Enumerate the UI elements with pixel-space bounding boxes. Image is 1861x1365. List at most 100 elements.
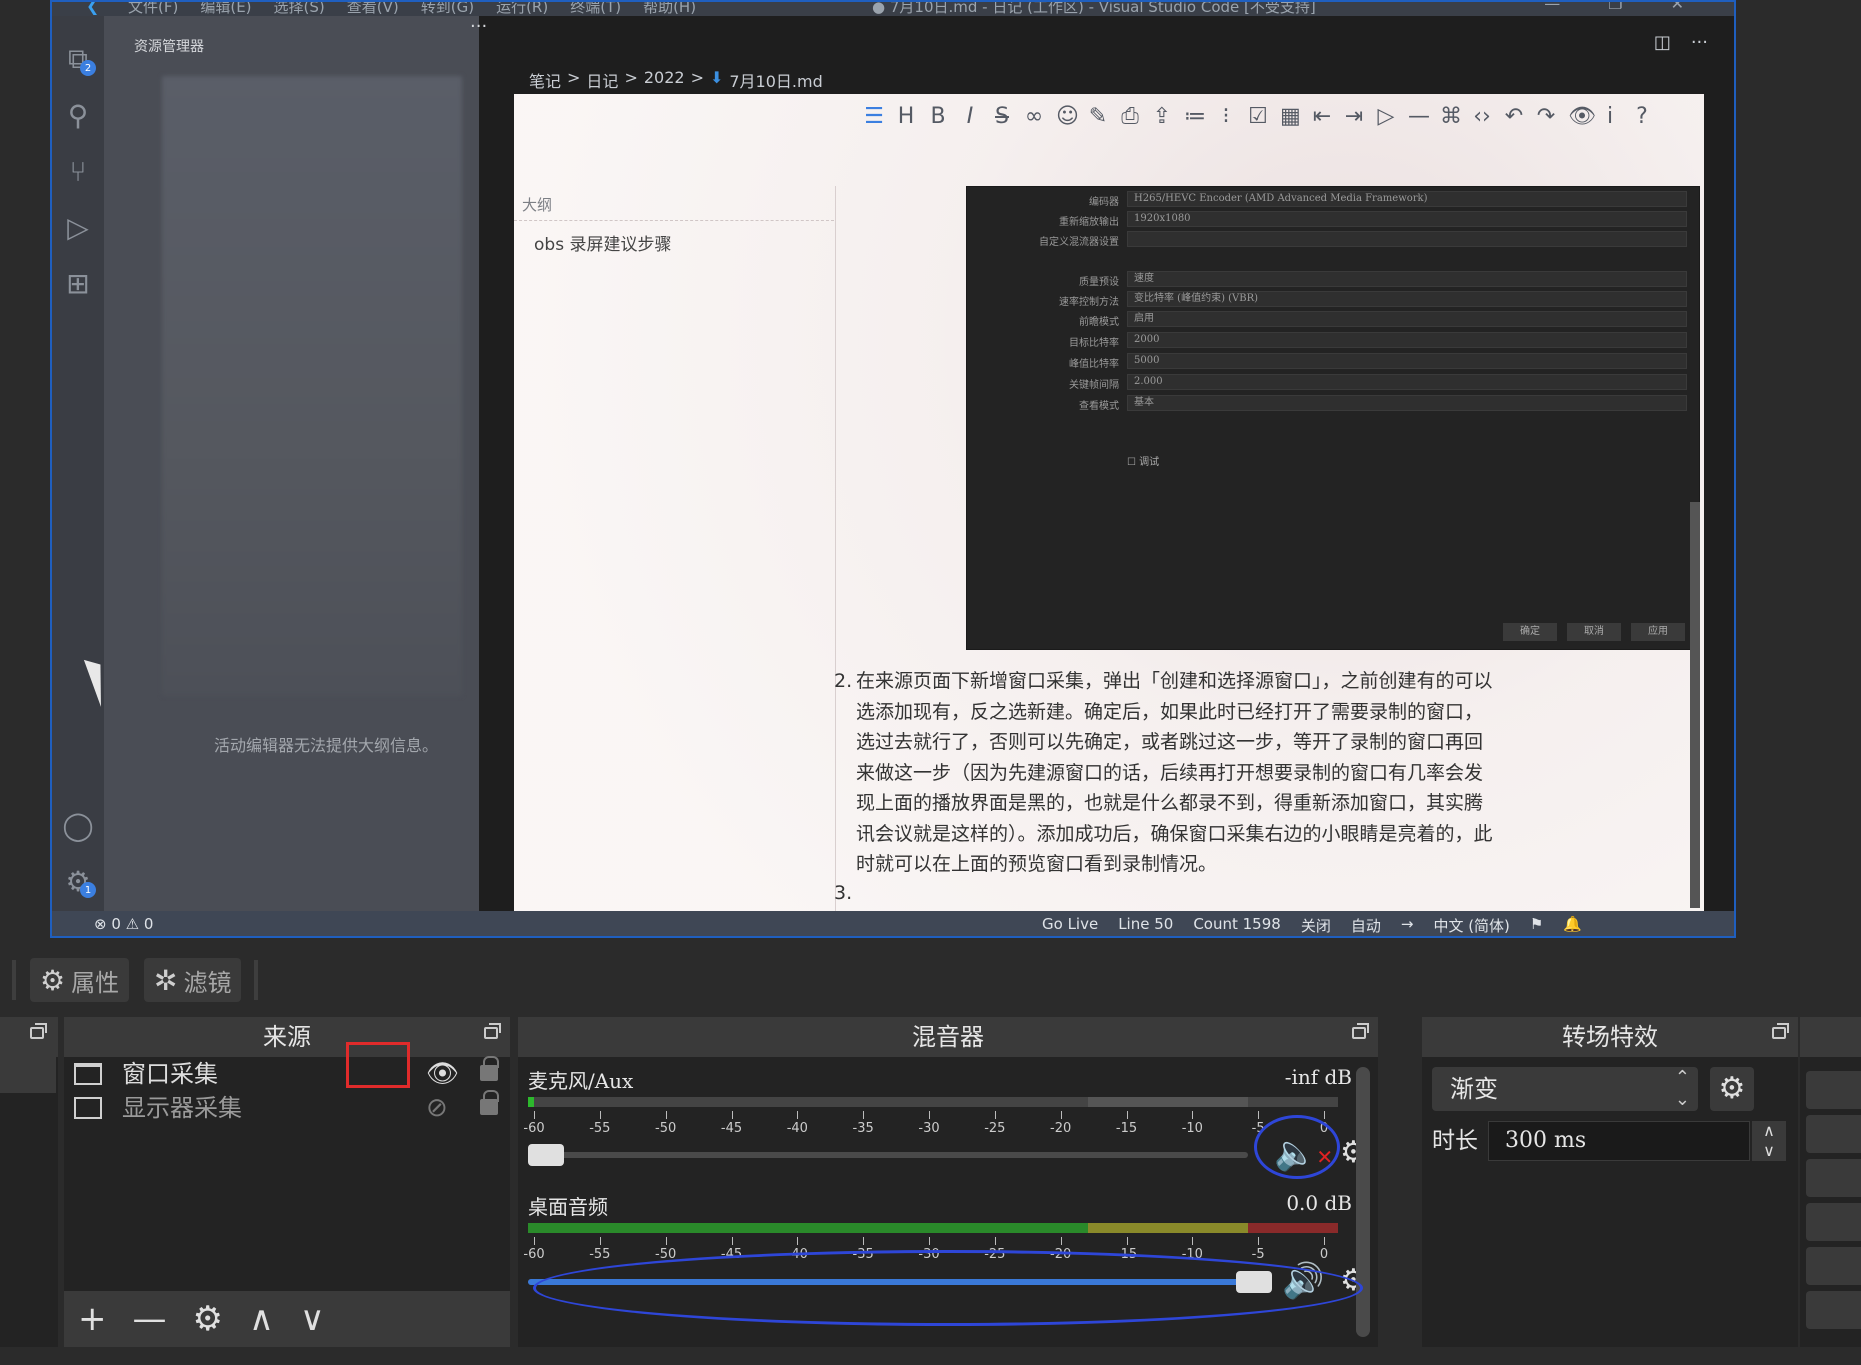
sources-footer: + — ⚙ ∧ ∨ [64, 1291, 510, 1347]
transition-settings-gear-icon[interactable]: ⚙ [1710, 1067, 1754, 1111]
control-button[interactable] [1806, 1291, 1861, 1329]
source-control-icon[interactable]: ⑂ [52, 146, 104, 196]
check-list-icon[interactable]: ☑ [1248, 104, 1268, 129]
volume-slider-mic[interactable] [528, 1144, 1248, 1166]
mixer-scrollbar[interactable] [1356, 1067, 1370, 1337]
dock-float-icon[interactable] [1352, 1023, 1369, 1039]
split-editor-icon[interactable]: ◫ [1654, 32, 1671, 53]
maximize-icon[interactable]: ❐ [1608, 2, 1622, 13]
more-actions-icon[interactable]: ··· [1691, 32, 1708, 53]
breadcrumb-item[interactable]: 7月10日.md [729, 68, 822, 92]
notifications-icon[interactable]: 🔔 [1563, 915, 1582, 936]
explorer-icon[interactable]: ⧉ 2 [52, 34, 104, 84]
line-status[interactable]: Line 50 [1118, 915, 1173, 936]
table-icon[interactable]: ▦ [1280, 104, 1301, 129]
menu-item[interactable]: 文件(F) [128, 2, 178, 17]
minimize-icon[interactable]: — [1544, 2, 1560, 13]
code-block-icon[interactable]: ‹› [1472, 104, 1492, 129]
heading-icon[interactable]: H [896, 104, 916, 129]
menu-item[interactable]: 运行(R) [496, 2, 548, 17]
search-icon[interactable]: ⚲ [52, 90, 104, 140]
control-button[interactable] [1806, 1071, 1861, 1109]
filters-button[interactable]: ✲ 滤镜 [144, 958, 242, 1002]
unordered-list-icon[interactable]: ≔ [1184, 104, 1206, 129]
breadcrumb-item[interactable]: 笔记 [529, 68, 561, 92]
add-source-button[interactable]: + [78, 1299, 107, 1339]
menu-item[interactable]: 查看(V) [347, 2, 399, 17]
dock-float-icon[interactable] [484, 1023, 501, 1039]
menu-item[interactable]: 终端(T) [570, 2, 621, 17]
upload-icon[interactable]: ⇪ [1152, 104, 1172, 129]
outline-item[interactable]: obs 录屏建议步骤 [534, 230, 671, 255]
duration-input[interactable]: 300 ms [1488, 1121, 1750, 1161]
outdent-icon[interactable]: ⇤ [1312, 104, 1332, 129]
quote-icon[interactable]: ▷ [1376, 104, 1396, 129]
horizontal-rule-icon[interactable]: — [1408, 104, 1430, 129]
align-center-icon[interactable]: ☰ [864, 104, 884, 129]
source-item-window-capture[interactable]: 窗口采集 👁 [64, 1056, 510, 1091]
redo-icon[interactable]: ↷ [1536, 104, 1556, 129]
problems-status[interactable]: ⊗ 0 ⚠ 0 [94, 915, 153, 933]
count-status[interactable]: Count 1598 [1193, 915, 1281, 936]
scene-item-selected[interactable] [0, 1057, 56, 1093]
control-button[interactable] [1806, 1247, 1861, 1285]
settings-gear-icon[interactable]: ⚙ 1 [52, 856, 104, 906]
arrow-status[interactable]: → [1401, 915, 1414, 936]
record-icon[interactable]: ⎙ [1120, 104, 1140, 129]
dock-float-icon[interactable] [1772, 1023, 1789, 1039]
undo-icon[interactable]: ↶ [1504, 104, 1524, 129]
emoji-icon[interactable]: ☺ [1056, 104, 1079, 129]
debug-icon[interactable]: ▷ [52, 202, 104, 252]
db-scale-mic: -60 -55 -50 -45 -40 -35 -30 -25 -20 -15 -10 -5 0 [523, 1111, 1338, 1136]
markdown-editor[interactable]: ☰ H B I S ∞ ☺ ✎ ⎙ ⇪ ≔ ⁝ ☑ ▦ ⇤ ⇥ ▷ — ⌘ ‹›… [514, 94, 1704, 912]
menu-item[interactable]: 帮助(H) [643, 2, 696, 17]
breadcrumb-item[interactable]: 2022 [644, 68, 685, 92]
menu-item[interactable]: 转到(G) [421, 2, 474, 17]
explorer-more-icon[interactable]: ··· [470, 16, 487, 37]
dock-float-icon[interactable] [30, 1023, 47, 1039]
obs-preview[interactable]: ❮ 文件(F) 编辑(E) 选择(S) 查看(V) 转到(G) 运行(R) 终端… [50, 0, 1736, 938]
source-properties-button[interactable]: ⚙ [193, 1299, 223, 1339]
move-up-button[interactable]: ∧ [249, 1299, 274, 1339]
preview-eye-icon[interactable]: 👁 [1568, 104, 1596, 129]
bold-icon[interactable]: B [928, 104, 948, 129]
strikethrough-icon[interactable]: S [992, 104, 1012, 129]
breadcrumb-item[interactable]: 日记 [586, 68, 618, 92]
spin-up-icon[interactable]: ∧ [1752, 1121, 1786, 1141]
control-button[interactable] [1806, 1203, 1861, 1241]
control-button[interactable] [1806, 1159, 1861, 1197]
source-item-display-capture[interactable]: 显示器采集 ⊘ [64, 1090, 510, 1125]
info-icon[interactable]: i [1600, 104, 1620, 129]
menu-item[interactable]: 编辑(E) [200, 2, 251, 17]
language-status[interactable]: 中文 (简体) [1433, 915, 1509, 936]
edit-icon[interactable]: ✎ [1088, 104, 1108, 129]
menu-item[interactable]: 选择(S) [274, 2, 325, 17]
move-down-button[interactable]: ∨ [300, 1299, 325, 1339]
lock-icon[interactable] [480, 1056, 499, 1081]
control-button[interactable] [1806, 1115, 1861, 1153]
lock-icon[interactable] [480, 1090, 499, 1115]
spin-down-icon[interactable]: ∨ [1752, 1141, 1786, 1161]
extensions-icon[interactable]: ⊞ [52, 258, 104, 308]
account-icon[interactable]: ◯ [52, 800, 104, 850]
visibility-eye-icon[interactable]: 👁 [426, 1057, 459, 1091]
slider-thumb[interactable] [528, 1144, 564, 1166]
remove-source-button[interactable]: — [133, 1299, 167, 1339]
editor-scrollbar[interactable] [1690, 502, 1700, 908]
ordered-list-icon[interactable]: ⁝ [1216, 104, 1236, 129]
properties-button[interactable]: ⚙ 属性 [30, 958, 130, 1002]
transition-select[interactable]: 渐变 ⌃ ⌄ [1432, 1067, 1698, 1111]
go-live-status[interactable]: Go Live [1042, 915, 1098, 936]
list-item-2[interactable]: 2. 在来源页面下新增窗口采集，弹出「创建和选择源窗口」，之前创建有的可以选添加… [834, 666, 1496, 880]
close-icon[interactable]: ✕ [1671, 2, 1684, 13]
help-icon[interactable]: ? [1632, 104, 1652, 129]
duration-spinner[interactable]: ∧ ∨ [1752, 1121, 1786, 1161]
indent-icon[interactable]: ⇥ [1344, 104, 1364, 129]
link-icon[interactable]: ∞ [1024, 104, 1044, 129]
italic-icon[interactable]: I [960, 104, 980, 129]
visibility-hidden-icon[interactable]: ⊘ [426, 1091, 448, 1125]
toggle-status[interactable]: 关闭 [1301, 915, 1331, 936]
inline-code-icon[interactable]: ⌘ [1440, 104, 1462, 129]
auto-status[interactable]: 自动 [1351, 915, 1381, 936]
feedback-icon[interactable]: ⚑ [1530, 915, 1543, 936]
